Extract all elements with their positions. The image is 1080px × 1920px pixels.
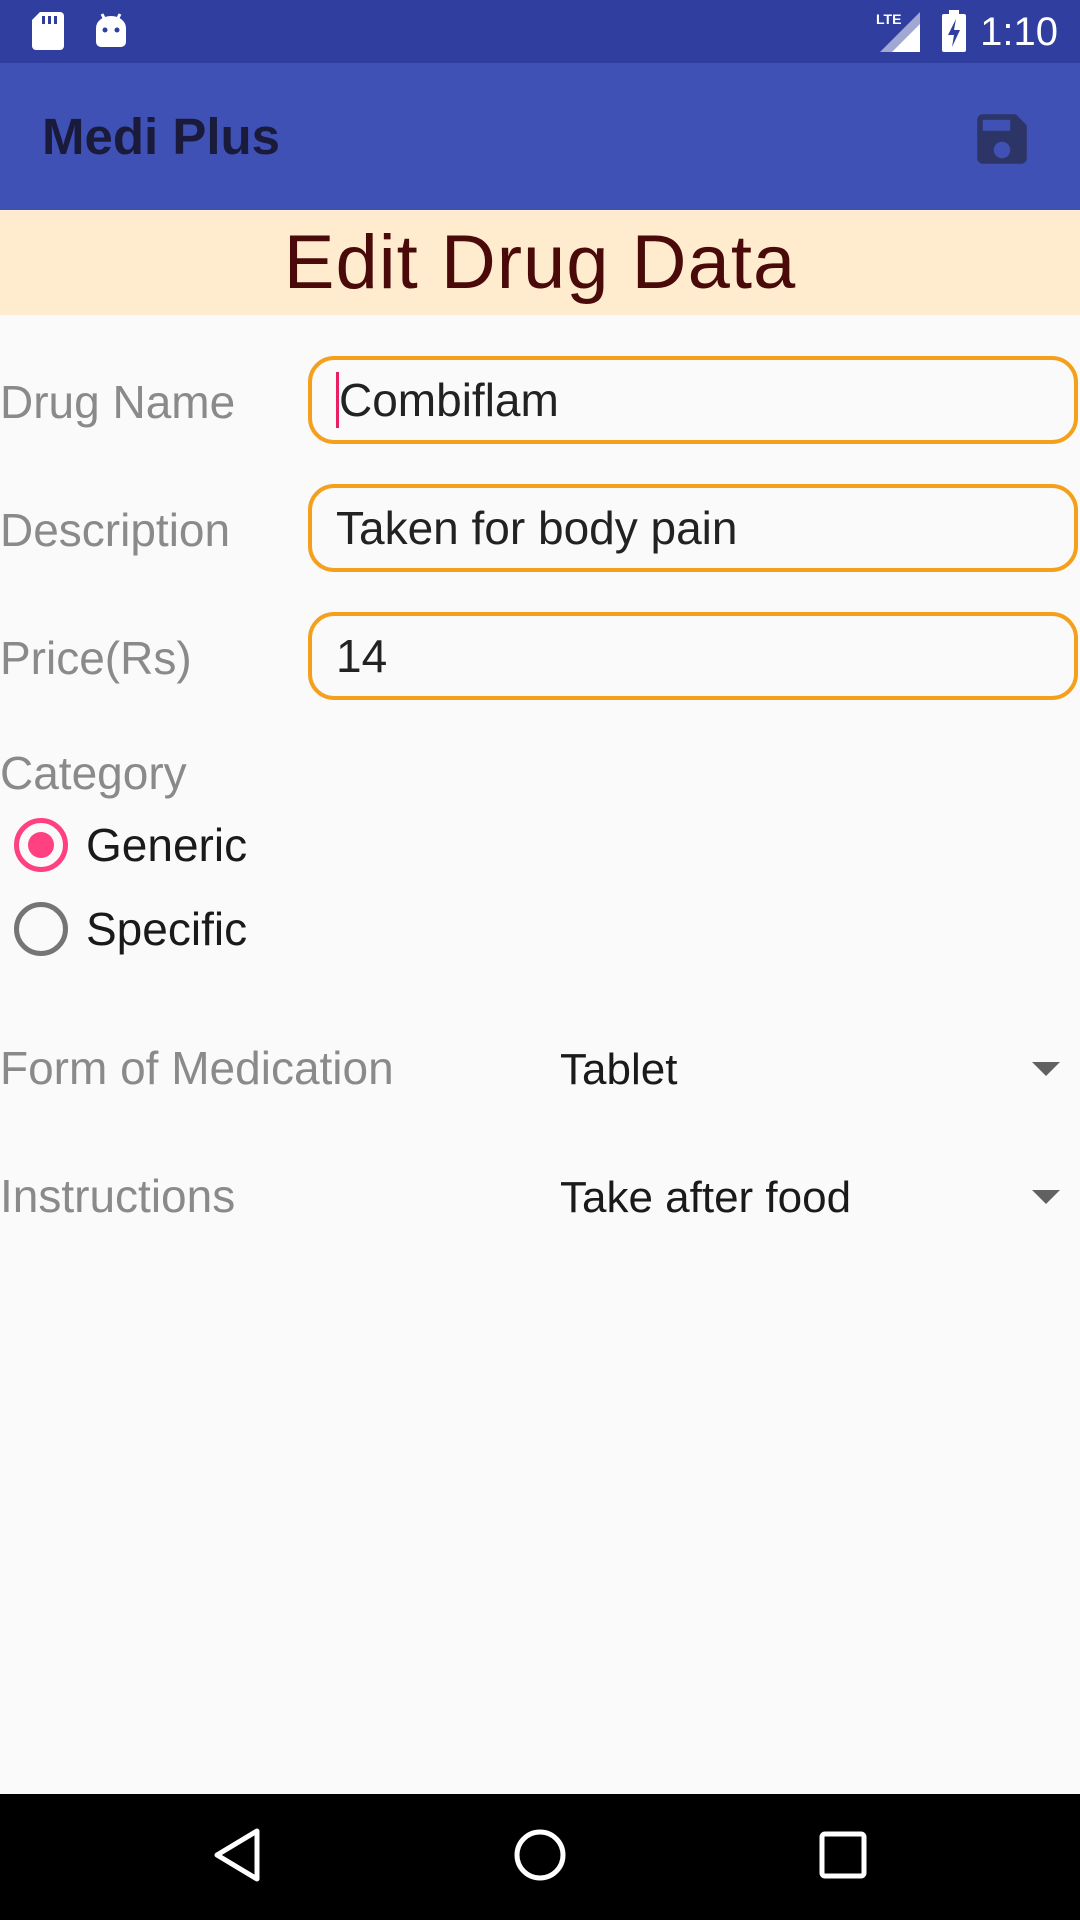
dropdown-arrow-icon bbox=[1032, 1190, 1060, 1204]
drug-name-value: Combiflam bbox=[339, 374, 559, 426]
recents-button[interactable] bbox=[810, 1824, 876, 1890]
description-label: Description bbox=[0, 504, 231, 556]
price-label: Price(Rs) bbox=[0, 632, 192, 684]
radio-generic-label: Generic bbox=[86, 819, 248, 871]
radio-specific[interactable]: Specific bbox=[14, 901, 247, 957]
drug-name-field[interactable]: Combiflam bbox=[308, 356, 1078, 444]
lte-signal-icon: LTE bbox=[876, 10, 920, 57]
price-field[interactable]: 14 bbox=[308, 612, 1078, 700]
app-bar: Medi Plus bbox=[0, 63, 1080, 210]
sd-card-icon bbox=[32, 12, 64, 55]
price-value: 14 bbox=[336, 630, 388, 682]
instructions-dropdown[interactable]: Take after food bbox=[560, 1164, 1080, 1234]
instructions-value: Take after food bbox=[560, 1173, 852, 1222]
dropdown-arrow-icon bbox=[1032, 1062, 1060, 1076]
description-field[interactable]: Taken for body pain bbox=[308, 484, 1078, 572]
form-of-medication-value: Tablet bbox=[560, 1045, 678, 1094]
lte-label: LTE bbox=[876, 11, 901, 27]
page-title: Edit Drug Data bbox=[283, 220, 797, 305]
home-button[interactable] bbox=[507, 1824, 573, 1890]
instructions-label: Instructions bbox=[0, 1170, 236, 1222]
save-icon bbox=[969, 106, 1035, 177]
back-icon bbox=[211, 1827, 263, 1888]
radio-specific-label: Specific bbox=[86, 903, 248, 955]
status-time: 1:10 bbox=[980, 10, 1058, 54]
radio-button-checked[interactable] bbox=[14, 818, 68, 872]
drug-name-label: Drug Name bbox=[0, 376, 236, 428]
recents-icon bbox=[818, 1830, 868, 1885]
form-of-medication-label: Form of Medication bbox=[0, 1042, 394, 1094]
battery-charging-icon bbox=[942, 10, 966, 57]
radio-generic[interactable]: Generic bbox=[14, 817, 247, 873]
navigation-bar bbox=[0, 1794, 1080, 1920]
radio-button-unchecked[interactable] bbox=[14, 902, 68, 956]
category-label: Category bbox=[0, 747, 187, 799]
save-button[interactable] bbox=[960, 99, 1044, 183]
home-icon bbox=[512, 1827, 568, 1888]
status-bar: LTE 1:10 bbox=[0, 0, 1080, 63]
back-button[interactable] bbox=[204, 1824, 270, 1890]
android-icon bbox=[94, 12, 128, 53]
description-value: Taken for body pain bbox=[336, 502, 738, 554]
form-of-medication-dropdown[interactable]: Tablet bbox=[560, 1036, 1080, 1106]
page-heading-banner: Edit Drug Data bbox=[0, 210, 1080, 315]
app-title: Medi Plus bbox=[42, 108, 281, 165]
